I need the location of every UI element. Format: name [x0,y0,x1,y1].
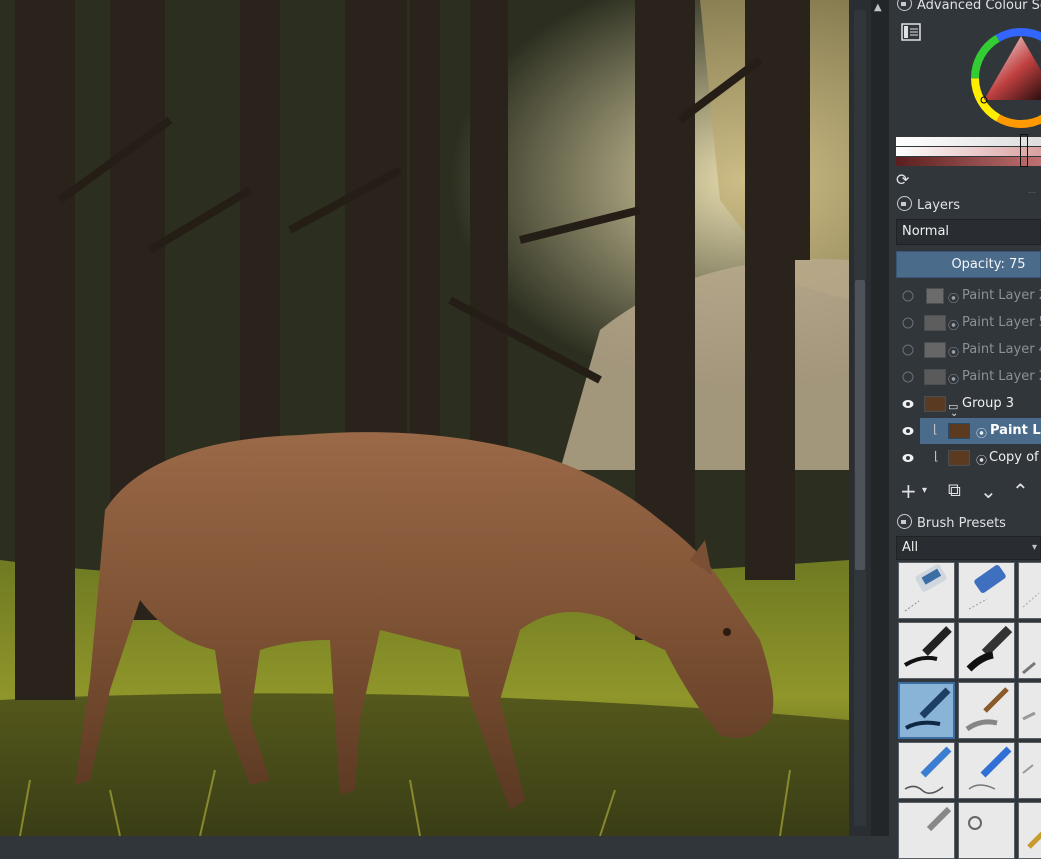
tree-branch-icon: ⌊ [933,422,938,436]
chevron-down-icon[interactable]: ⌄ [980,480,997,502]
painting-forest-horse [0,0,849,836]
alpha-inherit-icon[interactable]: ⦿ [976,421,987,444]
alpha-inherit-icon[interactable]: ⦿ [948,286,959,309]
preset-pencil[interactable] [898,742,955,799]
alpha-inherit-icon[interactable]: ⦿ [948,367,959,390]
alpha-inherit-icon[interactable]: ⦿ [948,313,959,336]
refresh-icon[interactable]: ⟳ [896,170,914,189]
preset-brush-12[interactable] [1018,802,1041,859]
layer-row[interactable]: ⦿ Paint Layer 5 [896,310,1041,336]
preset-brush-9[interactable] [1018,742,1041,799]
colour-selector-title: Advanced Colour Se [897,0,1041,14]
preset-marker[interactable] [958,622,1015,679]
layer-row[interactable]: ⦿ Paint Layer 2 [896,364,1041,390]
layer-row-visibility[interactable]: ⌊ [896,418,938,444]
opacity-value: 75 [1009,257,1026,272]
eye-closed-icon[interactable] [902,344,914,356]
scrollbar-thumb[interactable] [855,280,865,570]
image-canvas[interactable] [0,0,849,836]
eye-closed-icon[interactable] [902,371,914,383]
layer-thumbnail [948,450,970,466]
docker-splitter[interactable]: ▲ [871,0,889,836]
preset-paintbrush[interactable] [958,682,1015,739]
colour-wheel[interactable] [966,18,1041,136]
slider-handle[interactable] [1020,134,1028,167]
preset-blend[interactable] [1018,562,1041,619]
preset-eraser[interactable] [898,562,955,619]
layer-row[interactable]: ⦿ Paint Layer 2 [896,283,1041,309]
chevron-down-icon[interactable]: ⌄ [950,401,958,417]
eye-icon[interactable] [902,398,914,410]
alpha-inherit-icon[interactable]: ⦿ [976,448,987,471]
preset-eraser-soft[interactable] [958,562,1015,619]
layer-thumbnail [924,396,946,412]
alpha-inherit-icon[interactable]: ⦿ [948,340,959,363]
plus-icon[interactable]: + [900,480,917,502]
brush-presets-title: Brush Presets [897,514,1006,532]
lock-icon[interactable] [897,514,912,529]
lock-icon[interactable] [897,0,912,11]
blend-mode-select[interactable]: Normal [896,219,1041,245]
layer-thumbnail [924,369,946,385]
layers-docker-title: Layers [897,196,960,214]
chevron-up-icon[interactable]: ⌃ [1012,480,1029,502]
scroll-up-icon[interactable]: ▲ [874,2,882,13]
chevron-down-icon[interactable]: ▾ [922,480,927,502]
layer-thumbnail [948,423,970,439]
preset-brush-3[interactable] [1018,622,1041,679]
eye-closed-icon[interactable] [902,290,914,302]
preset-brush-10[interactable] [898,802,955,859]
layer-toolbar: + ▾ ⧉ ⌄ ⌃ [896,478,1041,504]
preset-brush-11[interactable] [958,802,1015,859]
layer-thumbnail [924,315,946,331]
eye-icon[interactable] [902,425,914,437]
preset-ink-pen[interactable] [898,622,955,679]
layer-row[interactable]: ⦿ Paint Layer 4 [896,337,1041,363]
chevron-down-icon: ▾ [1031,542,1037,553]
preset-tag-filter[interactable]: All ▾ [896,536,1041,560]
layer-thumbnail [924,342,946,358]
opacity-label: Opacity: [951,257,1005,272]
lock-icon[interactable] [897,196,912,211]
duplicate-icon[interactable]: ⧉ [948,480,961,502]
eye-closed-icon[interactable] [902,317,914,329]
opacity-slider[interactable]: Opacity: 75 [896,251,1041,278]
layer-row[interactable]: ⌊ ⦿ Copy of [896,445,1041,471]
layer-thumbnail [926,288,944,304]
resize-grip-icon[interactable]: ⋯ [1028,188,1036,197]
canvas-vertical-scrollbar[interactable] [849,0,871,836]
tree-branch-icon: ⌊ [934,449,939,463]
eye-icon[interactable] [902,452,914,464]
preset-brush-6[interactable] [1018,682,1041,739]
layer-row-selected[interactable]: ⦿ Paint La [920,418,1041,444]
layer-group-row[interactable]: ▭ ⌄ Group 3 [896,391,1041,417]
preset-fineliner-selected[interactable] [898,682,955,739]
selector-settings-icon[interactable] [900,22,922,42]
preset-pencil-soft[interactable] [958,742,1015,799]
